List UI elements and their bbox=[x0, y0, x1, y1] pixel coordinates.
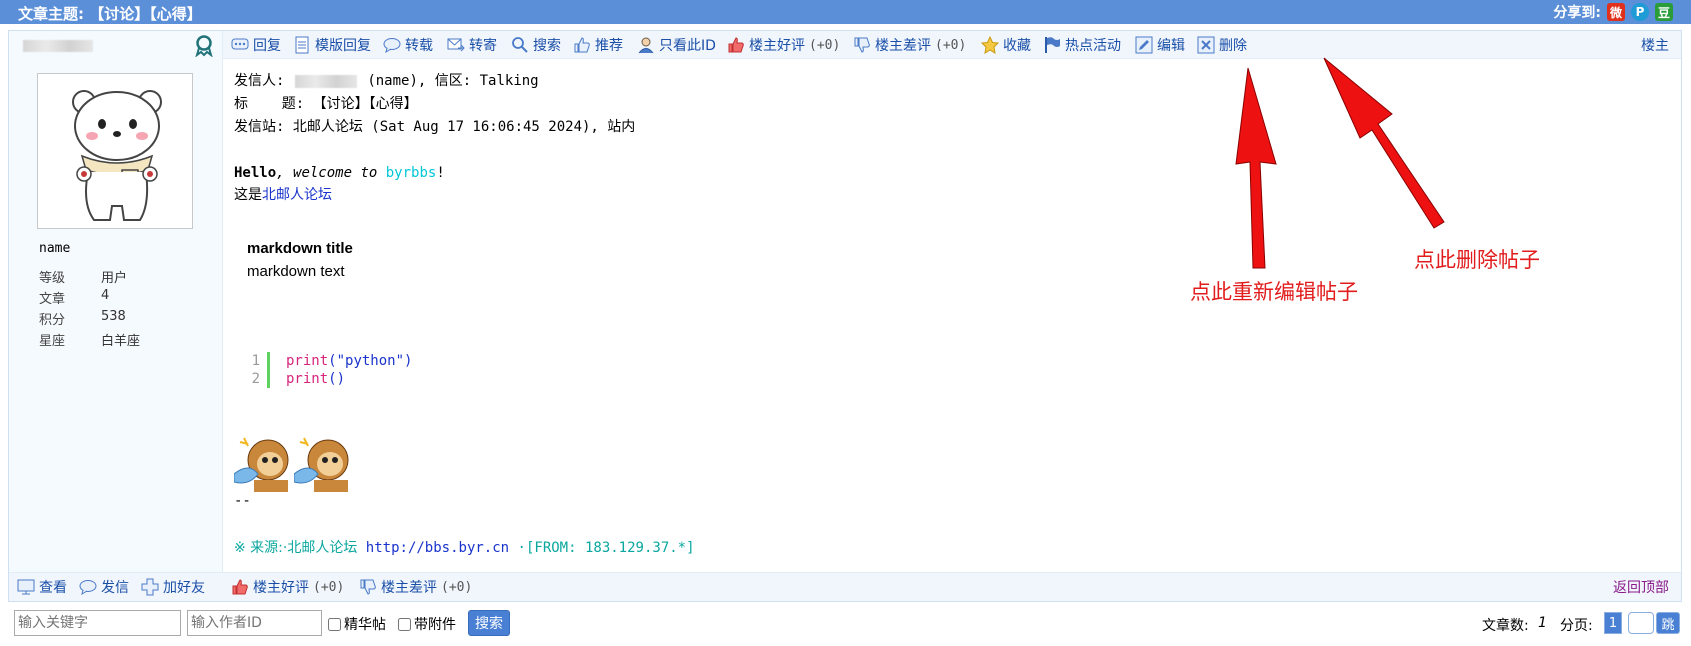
pages-label: 分页: bbox=[1560, 618, 1593, 634]
edit-arrow bbox=[1235, 67, 1277, 269]
page-jump-button[interactable]: 跳 bbox=[1656, 612, 1680, 634]
author-id-input[interactable] bbox=[187, 610, 322, 636]
page-jump-input[interactable] bbox=[1628, 612, 1654, 634]
footer-search-button[interactable]: 搜索 bbox=[468, 610, 510, 636]
page-1-button[interactable]: 1 bbox=[1604, 612, 1622, 634]
article-count-label: 文章数: bbox=[1482, 618, 1529, 634]
annotation-arrows bbox=[1235, 57, 1445, 269]
attachment-filter-checkbox[interactable]: 带附件 bbox=[398, 614, 456, 634]
attachment-checkbox[interactable] bbox=[398, 617, 411, 631]
delete-arrow bbox=[1323, 57, 1445, 229]
elite-checkbox[interactable] bbox=[328, 617, 341, 631]
footer-bar: 精华帖 带附件 搜索 文章数: 1 分页: 1 跳 bbox=[0, 606, 1691, 640]
delete-annotation-text: 点此删除帖子 bbox=[1414, 248, 1540, 272]
edit-annotation-text: 点此重新编辑帖子 bbox=[1190, 280, 1358, 304]
article-count: 1 bbox=[1538, 615, 1547, 631]
keyword-search-input[interactable] bbox=[14, 610, 181, 636]
elite-filter-checkbox[interactable]: 精华帖 bbox=[328, 614, 386, 634]
